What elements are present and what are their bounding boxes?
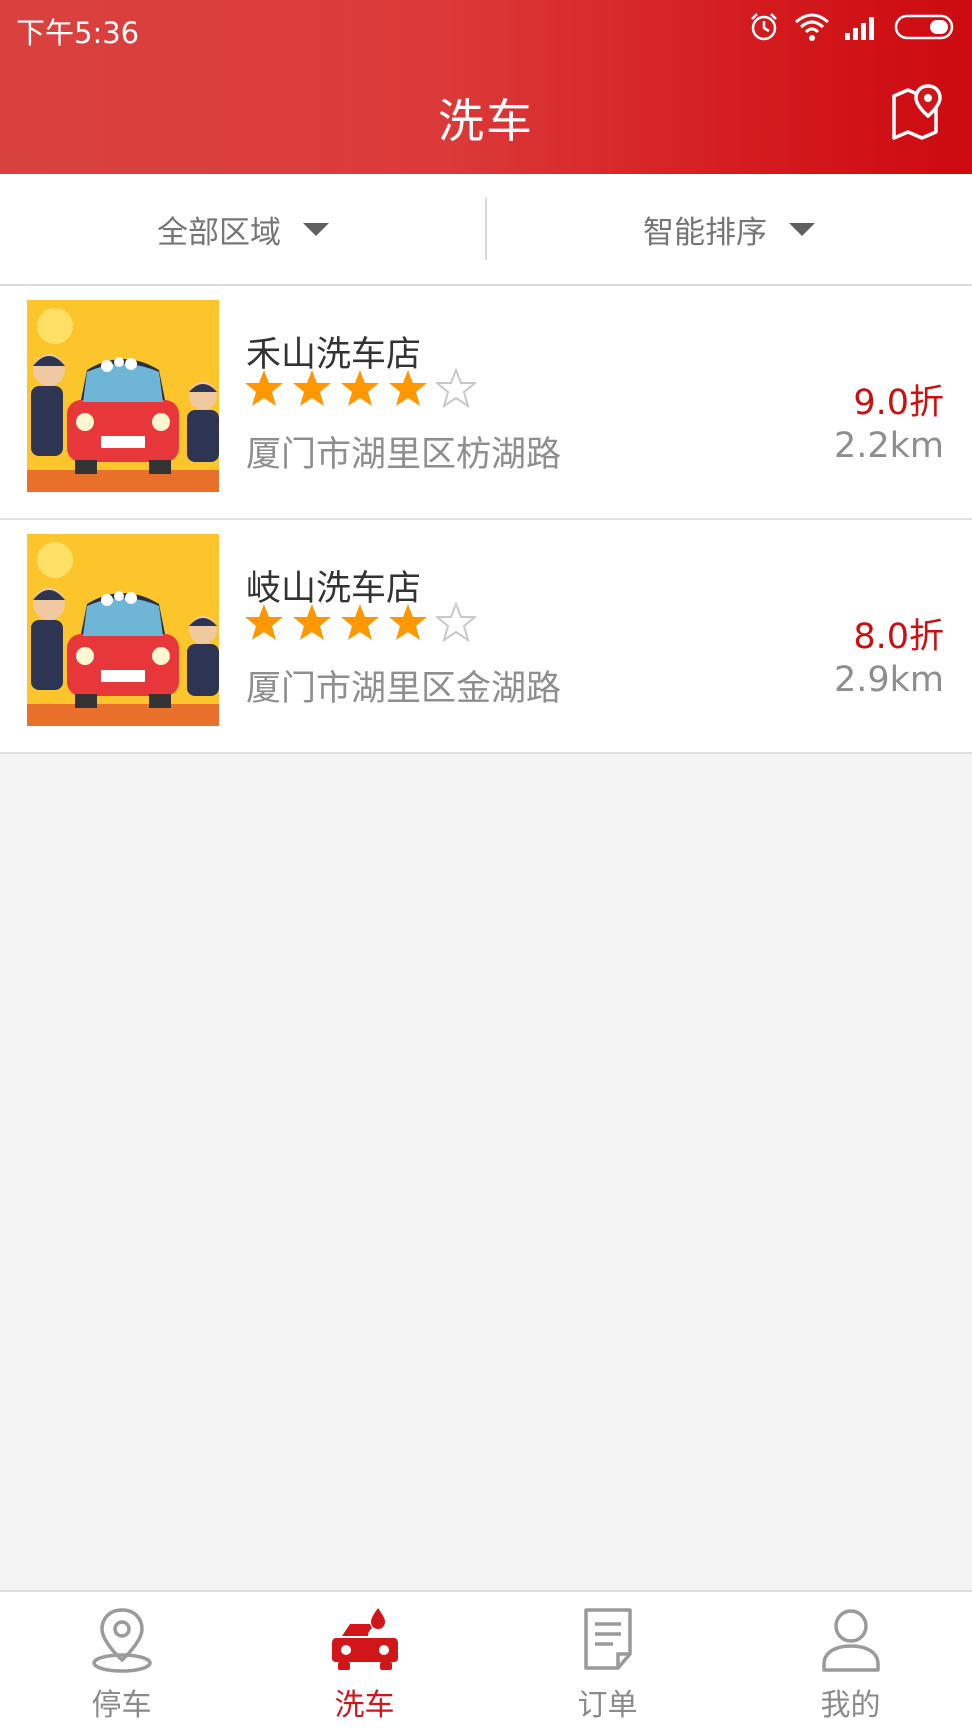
- car-wash-thumbnail: [27, 534, 219, 726]
- sort-filter-label: 智能排序: [643, 214, 767, 251]
- wifi-icon: [795, 13, 829, 41]
- star-filled-icon: [341, 604, 379, 640]
- area-filter-label: 全部区域: [157, 214, 281, 251]
- shop-distance: 2.2km: [833, 426, 944, 466]
- shop-address: 厦门市湖里区枋湖路: [246, 435, 562, 475]
- location-pin-icon: [91, 1608, 152, 1673]
- sort-filter-dropdown[interactable]: 智能排序: [486, 174, 972, 284]
- car-wash-icon: [331, 1608, 398, 1670]
- user-icon: [821, 1609, 880, 1672]
- filter-divider: [485, 198, 487, 260]
- shop-list-item[interactable]: 禾山洗车店 厦门市湖里区枋湖路 9.0折 2.2km: [0, 286, 972, 520]
- star-filled-icon: [389, 370, 427, 406]
- shop-discount: 9.0折: [853, 383, 944, 423]
- tab-label: 洗车: [334, 1688, 395, 1723]
- page-title: 洗车: [438, 94, 534, 148]
- status-icons: [748, 10, 958, 44]
- star-filled-icon: [341, 370, 379, 406]
- signal-icon: [845, 17, 874, 40]
- shop-discount: 8.0折: [853, 617, 944, 657]
- star-filled-icon: [245, 604, 283, 640]
- caret-down-icon: [789, 222, 815, 236]
- shop-address: 厦门市湖里区金湖路: [246, 669, 562, 709]
- status-time: 下午5:36: [16, 16, 140, 50]
- bottom-tab-bar: 停车 洗车 订单 我的: [0, 1590, 972, 1730]
- caret-down-icon: [303, 222, 329, 236]
- tab-label: 停车: [91, 1688, 152, 1723]
- star-empty-icon: [436, 602, 476, 642]
- app-header: 下午5:36 洗车: [0, 0, 972, 174]
- tab-label: 我的: [820, 1688, 881, 1723]
- map-pin-icon[interactable]: [890, 82, 948, 140]
- shop-list: 禾山洗车店 厦门市湖里区枋湖路 9.0折 2.2km 岐山洗车店 厦门市湖里区金…: [0, 286, 972, 754]
- battery-icon: [894, 14, 954, 40]
- tab-label: 订单: [577, 1688, 638, 1723]
- star-empty-icon: [436, 368, 476, 408]
- tab-orders[interactable]: 订单: [486, 1592, 729, 1730]
- tab-car-wash[interactable]: 洗车: [243, 1592, 486, 1730]
- tab-profile[interactable]: 我的: [729, 1592, 972, 1730]
- star-filled-icon: [389, 604, 427, 640]
- document-icon: [583, 1608, 632, 1670]
- star-filled-icon: [293, 604, 331, 640]
- shop-distance: 2.9km: [833, 660, 944, 700]
- area-filter-dropdown[interactable]: 全部区域: [0, 174, 486, 284]
- shop-list-item[interactable]: 岐山洗车店 厦门市湖里区金湖路 8.0折 2.9km: [0, 520, 972, 754]
- rating-stars: [244, 368, 476, 408]
- car-wash-thumbnail: [27, 300, 219, 492]
- star-filled-icon: [245, 370, 283, 406]
- filter-bar: 全部区域 智能排序: [0, 174, 972, 286]
- alarm-icon: [751, 13, 777, 41]
- rating-stars: [244, 602, 476, 642]
- star-filled-icon: [293, 370, 331, 406]
- tab-parking[interactable]: 停车: [0, 1592, 243, 1730]
